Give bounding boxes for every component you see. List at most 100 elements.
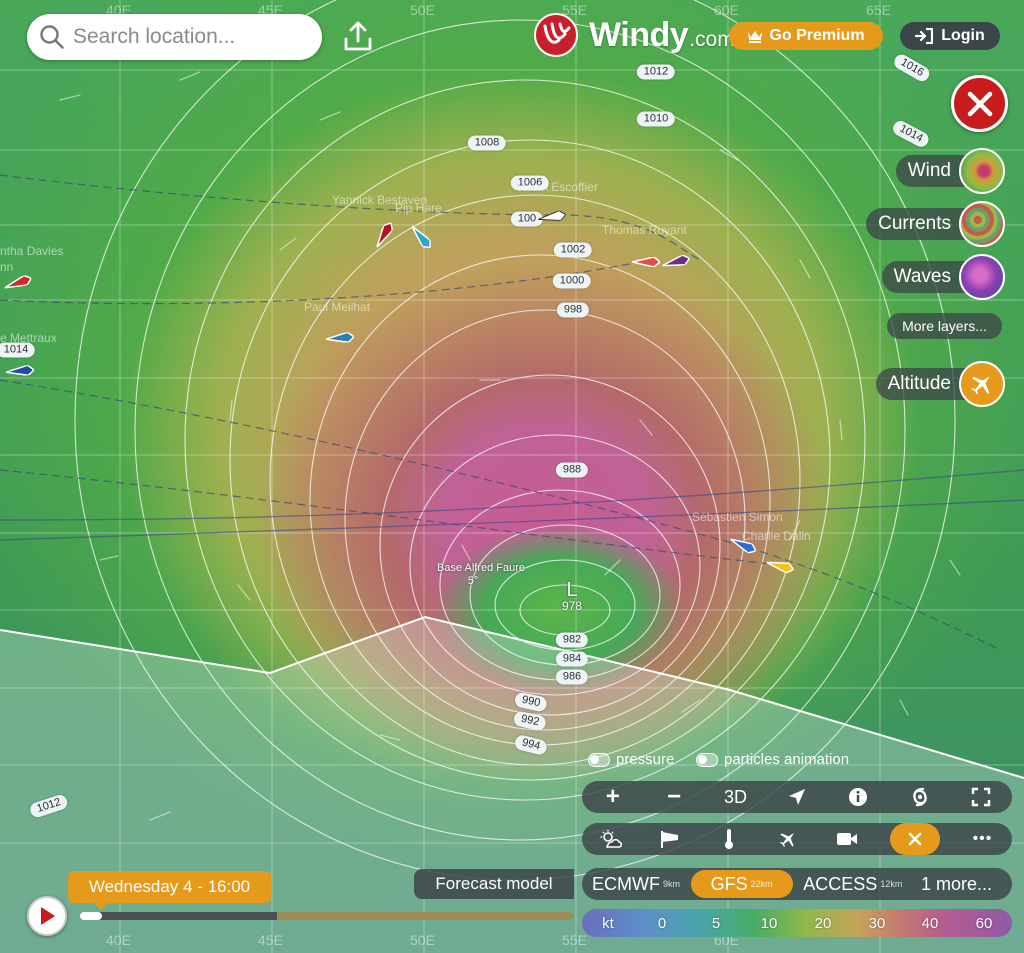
currents-thumbnail-icon bbox=[959, 201, 1005, 247]
model-selector: ECMWF 9km GFS 22km ACCESS 12km 1 more... bbox=[582, 868, 1012, 900]
zoom-out-button[interactable]: − bbox=[658, 781, 690, 813]
layer-wind[interactable]: Wind bbox=[895, 148, 1005, 194]
thermometer-icon bbox=[725, 829, 734, 849]
plane-icon bbox=[779, 833, 794, 848]
login-button[interactable]: Login bbox=[900, 22, 1000, 50]
close-icon bbox=[967, 91, 992, 116]
fullscreen-icon bbox=[972, 787, 991, 807]
map-toolbar: + − 3D bbox=[582, 781, 1012, 813]
boat-name: Kevin Escoffier bbox=[518, 180, 598, 194]
login-icon bbox=[915, 28, 934, 44]
close-tool-button[interactable] bbox=[889, 823, 940, 855]
low-pressure-value: 978 bbox=[561, 599, 583, 613]
close-button[interactable] bbox=[951, 75, 1008, 132]
boat-name: nn bbox=[0, 260, 14, 274]
logo-text: Windy bbox=[589, 15, 689, 54]
model-name: ACCESS bbox=[803, 873, 878, 894]
timeline-track[interactable] bbox=[80, 912, 573, 920]
particles-switch[interactable] bbox=[696, 752, 718, 767]
layer-waves[interactable]: Waves bbox=[881, 254, 1005, 300]
more-layers-button[interactable]: More layers... bbox=[887, 313, 1002, 339]
boat-name: Paul Meilhat bbox=[304, 300, 371, 314]
scale-tick: 20 bbox=[814, 914, 832, 932]
grid-label: 40E bbox=[106, 932, 131, 948]
search-box[interactable] bbox=[27, 14, 322, 60]
info-button[interactable] bbox=[842, 781, 874, 813]
model-resolution: 22km bbox=[750, 879, 773, 889]
windy-logo-icon bbox=[534, 13, 578, 57]
play-button[interactable] bbox=[27, 896, 67, 936]
wind-thumbnail-icon bbox=[959, 148, 1005, 194]
more-models-button[interactable]: 1 more... bbox=[913, 870, 1010, 898]
pressure-switch[interactable] bbox=[588, 752, 610, 767]
timeline-progress bbox=[80, 912, 278, 920]
zoom-in-button[interactable]: + bbox=[597, 781, 629, 813]
close-icon bbox=[908, 832, 921, 846]
scale-tick: 60 bbox=[975, 914, 993, 932]
hurricane-button[interactable] bbox=[904, 781, 936, 813]
locate-button[interactable] bbox=[781, 781, 813, 813]
layer-currents[interactable]: Currents bbox=[866, 201, 1005, 247]
scale-tick: 30 bbox=[868, 914, 886, 932]
crown-icon bbox=[748, 31, 763, 43]
share-icon bbox=[344, 21, 372, 51]
location-arrow-icon bbox=[788, 789, 805, 805]
model-gfs-button[interactable]: GFS 22km bbox=[690, 870, 793, 898]
share-button[interactable] bbox=[336, 16, 380, 56]
sun-cloud-icon bbox=[600, 830, 623, 848]
play-icon bbox=[41, 907, 55, 925]
particles-toggle-label: particles animation bbox=[724, 751, 850, 768]
pressure-toggle[interactable]: pressure bbox=[588, 751, 674, 768]
windsock-icon bbox=[661, 831, 679, 848]
search-input[interactable] bbox=[73, 25, 313, 49]
timeline-handle[interactable] bbox=[80, 912, 102, 920]
scale-tick: 0 bbox=[657, 914, 667, 932]
fullscreen-button[interactable] bbox=[965, 781, 997, 813]
scale-tick: 5 bbox=[711, 914, 721, 932]
isobar-label: 1010 bbox=[636, 111, 676, 127]
temperature-button[interactable] bbox=[713, 823, 745, 855]
model-ecmwf-button[interactable]: ECMWF 9km bbox=[584, 870, 688, 898]
more-tools-button[interactable]: ••• bbox=[966, 823, 998, 855]
boat-name: Thomas Ruyant bbox=[602, 223, 687, 237]
boat-name: ntha Davies bbox=[0, 244, 64, 258]
boat-icon[interactable] bbox=[632, 257, 660, 267]
go-premium-button[interactable]: Go Premium bbox=[729, 22, 883, 50]
airport-button[interactable] bbox=[772, 823, 804, 855]
isobar-label: 986 bbox=[555, 669, 589, 685]
hurricane-icon bbox=[913, 787, 927, 807]
particles-toggle[interactable]: particles animation bbox=[696, 751, 849, 768]
low-pressure-letter: L bbox=[566, 579, 578, 601]
model-name: GFS bbox=[710, 873, 748, 894]
isobar-label: 1002 bbox=[553, 242, 593, 258]
windy-logo[interactable]: Windy .com bbox=[533, 12, 735, 58]
isobar-label: 988 bbox=[555, 462, 589, 478]
pressure-toggle-label: pressure bbox=[616, 751, 675, 768]
model-name: ECMWF bbox=[592, 873, 660, 894]
webcam-button[interactable] bbox=[831, 823, 863, 855]
boat-name: Sébastien Simon bbox=[692, 510, 783, 524]
model-access-button[interactable]: ACCESS 12km bbox=[795, 870, 910, 898]
grid-label: 45E bbox=[258, 932, 283, 948]
grid-label: 50E bbox=[410, 2, 435, 18]
search-icon bbox=[40, 25, 64, 49]
model-resolution: 9km bbox=[662, 879, 680, 889]
3d-button[interactable]: 3D bbox=[720, 781, 752, 813]
isobar-label: 1012 bbox=[636, 64, 676, 80]
altitude-button[interactable]: Altitude bbox=[875, 361, 1005, 407]
windsock-button[interactable] bbox=[654, 823, 686, 855]
grid-label: 55E bbox=[562, 932, 587, 948]
wind-speed-scale[interactable]: kt 0 5 10 20 30 40 60 bbox=[582, 909, 1012, 937]
video-camera-icon bbox=[836, 833, 857, 845]
weather-button[interactable] bbox=[595, 823, 627, 855]
current-time-bubble[interactable]: Wednesday 4 - 16:00 bbox=[68, 871, 271, 910]
grid-label: 65E bbox=[866, 2, 891, 18]
place-marker[interactable]: Base Alfred Faure 5° bbox=[425, 562, 537, 588]
isobar-label: 984 bbox=[555, 651, 589, 667]
model-resolution: 12km bbox=[880, 879, 903, 889]
scale-unit[interactable]: kt bbox=[602, 915, 614, 932]
logo-domain: .com bbox=[689, 28, 735, 51]
waves-thumbnail-icon bbox=[959, 254, 1005, 300]
airplane-icon bbox=[959, 361, 1005, 407]
isobar-label: 982 bbox=[555, 632, 589, 648]
